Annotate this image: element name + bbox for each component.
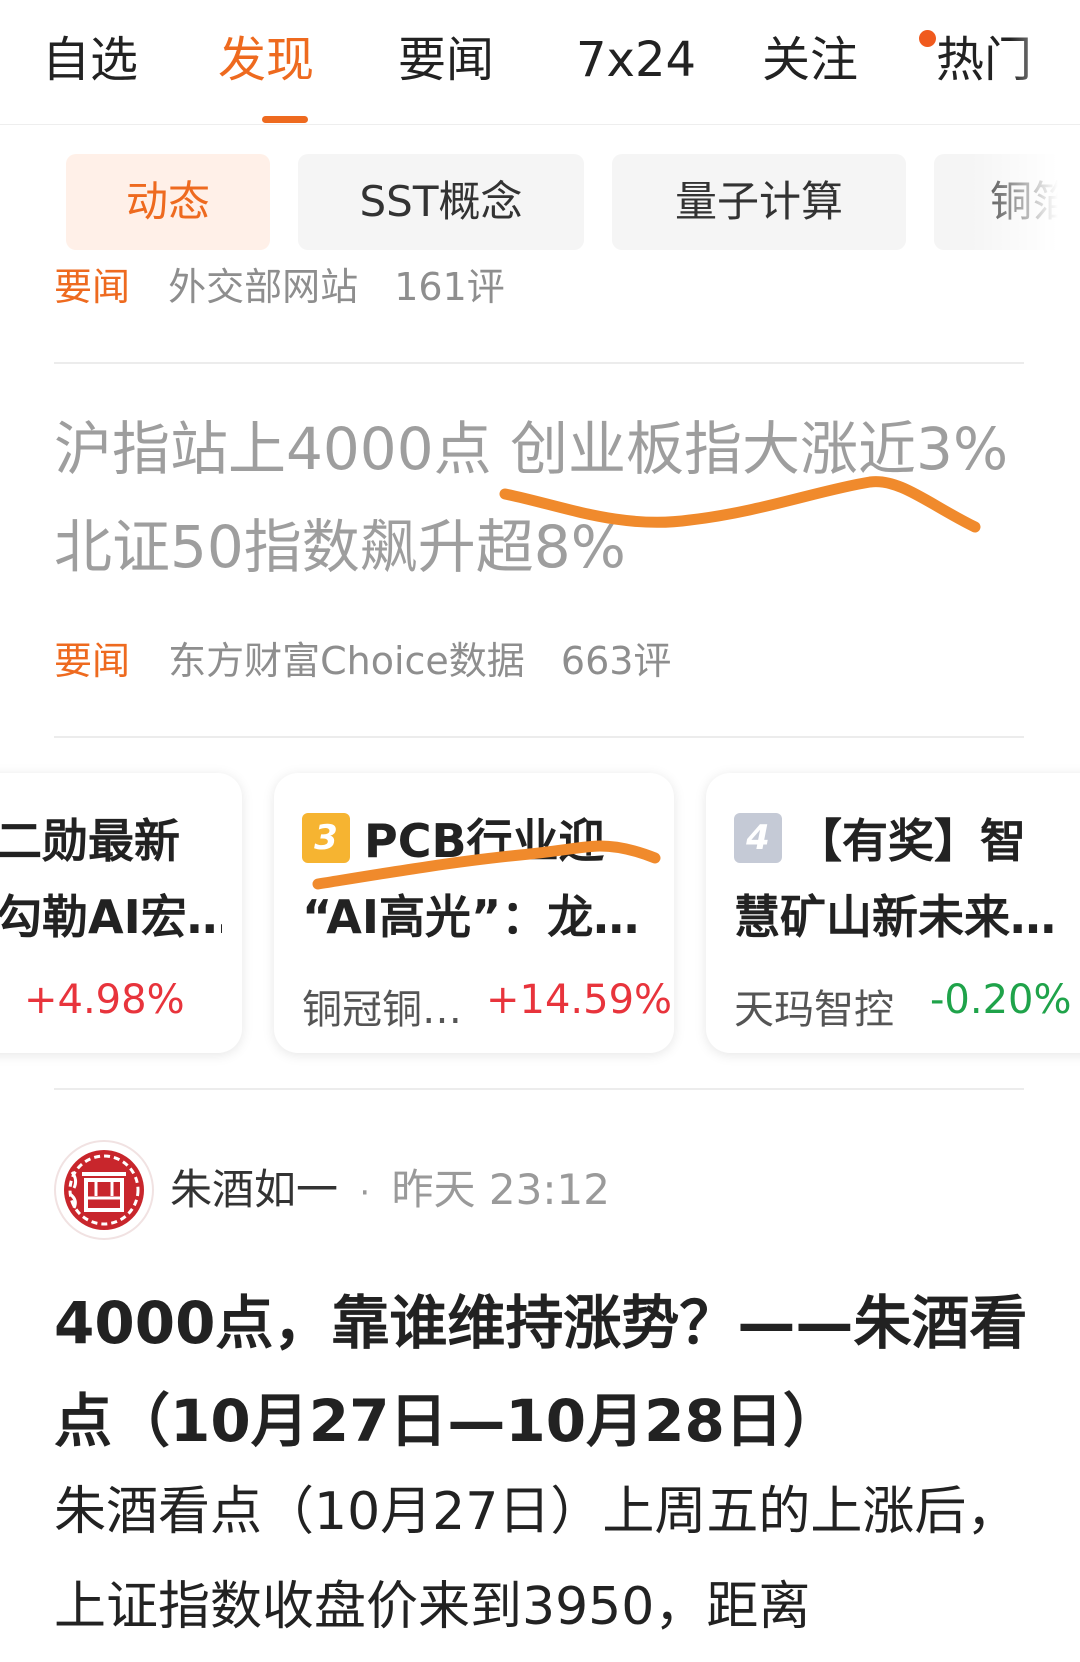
card-title-line: 二勋最新	[0, 814, 180, 868]
news-tag: 要闻	[54, 639, 131, 683]
post-title[interactable]: 4000点，靠谁维持涨势？——朱酒看点（10月27日—10月28日）	[54, 1274, 1044, 1470]
post-author-row: 朱酒如一 · 昨天 23:12	[170, 1162, 610, 1221]
tab-following[interactable]: 关注	[762, 28, 858, 92]
stock-change: +4.98%	[24, 977, 185, 1023]
chip-dynamic[interactable]: 动态	[66, 154, 270, 250]
hot-topic-card[interactable]: 二勋最新 勾勒AI宏… +4.98%	[0, 773, 242, 1053]
stock-change: +14.59%	[486, 977, 673, 1023]
card-title-line: 勾勒AI宏…	[0, 890, 222, 944]
chip-sst-concept[interactable]: SST概念	[298, 154, 584, 250]
news-tag: 要闻	[54, 265, 131, 309]
meta-separator: ·	[359, 1173, 371, 1213]
tabs-fade-overlay	[1010, 20, 1080, 110]
post-time: 昨天 23:12	[391, 1165, 610, 1214]
card-title-line: 慧矿山新未来…	[734, 890, 1056, 944]
news-comment-count[interactable]: 161评	[394, 265, 505, 309]
stock-name[interactable]: 铜冠铜…	[302, 977, 462, 1035]
author-name[interactable]: 朱酒如一	[170, 1165, 338, 1214]
post-body[interactable]: 朱酒看点（10月27日）上周五的上涨后，上证指数收盘价来到3950，距离	[54, 1465, 1044, 1655]
news-meta-row: 要闻 外交部网站 161评	[54, 262, 505, 312]
news-headline[interactable]: 沪指站上4000点 创业板指大涨近3% 北证50指数飙升超8%	[54, 400, 1044, 596]
tab-7x24[interactable]: 7x24	[576, 28, 696, 92]
news-comment-count[interactable]: 663评	[561, 639, 672, 683]
news-source[interactable]: 外交部网站	[168, 265, 358, 309]
card-title: 二勋最新 勾勒AI宏…	[0, 803, 222, 955]
tab-watchlist[interactable]: 自选	[42, 28, 138, 92]
active-tab-indicator	[262, 116, 308, 123]
stock-name[interactable]: 天玛智控	[734, 977, 894, 1035]
news-source[interactable]: 东方财富Choice数据	[168, 639, 525, 683]
card-title-line: “AI高光”：龙…	[302, 890, 640, 944]
author-avatar[interactable]	[54, 1140, 154, 1240]
chips-fade-overlay	[970, 150, 1080, 254]
top-tab-bar: 自选 发现 要闻 7x24 关注 热门	[0, 0, 1080, 125]
rank-4-badge-icon: 4	[734, 813, 782, 863]
chip-quantum-computing[interactable]: 量子计算	[612, 154, 906, 250]
divider	[54, 1088, 1024, 1090]
news-meta-row: 要闻 东方财富Choice数据 663评	[54, 636, 671, 686]
tab-discover[interactable]: 发现	[218, 28, 314, 92]
tab-headlines[interactable]: 要闻	[398, 28, 494, 92]
seal-avatar-icon	[64, 1150, 144, 1230]
card-title-line: PCB行业迎	[364, 814, 605, 868]
hot-topic-card[interactable]: 3 PCB行业迎 “AI高光”：龙… 铜冠铜… +14.59%	[274, 773, 674, 1053]
divider	[54, 362, 1024, 364]
card-title: 4 【有奖】智 慧矿山新未来…	[734, 803, 1080, 955]
rank-3-badge-icon: 3	[302, 813, 350, 863]
card-title: 3 PCB行业迎 “AI高光”：龙…	[302, 803, 654, 955]
card-title-line: 【有奖】智	[796, 814, 1026, 868]
notification-dot	[919, 30, 936, 47]
divider	[54, 736, 1024, 738]
hot-topic-card[interactable]: 4 【有奖】智 慧矿山新未来… 天玛智控 -0.20%	[706, 773, 1080, 1053]
stock-change: -0.20%	[930, 977, 1072, 1023]
